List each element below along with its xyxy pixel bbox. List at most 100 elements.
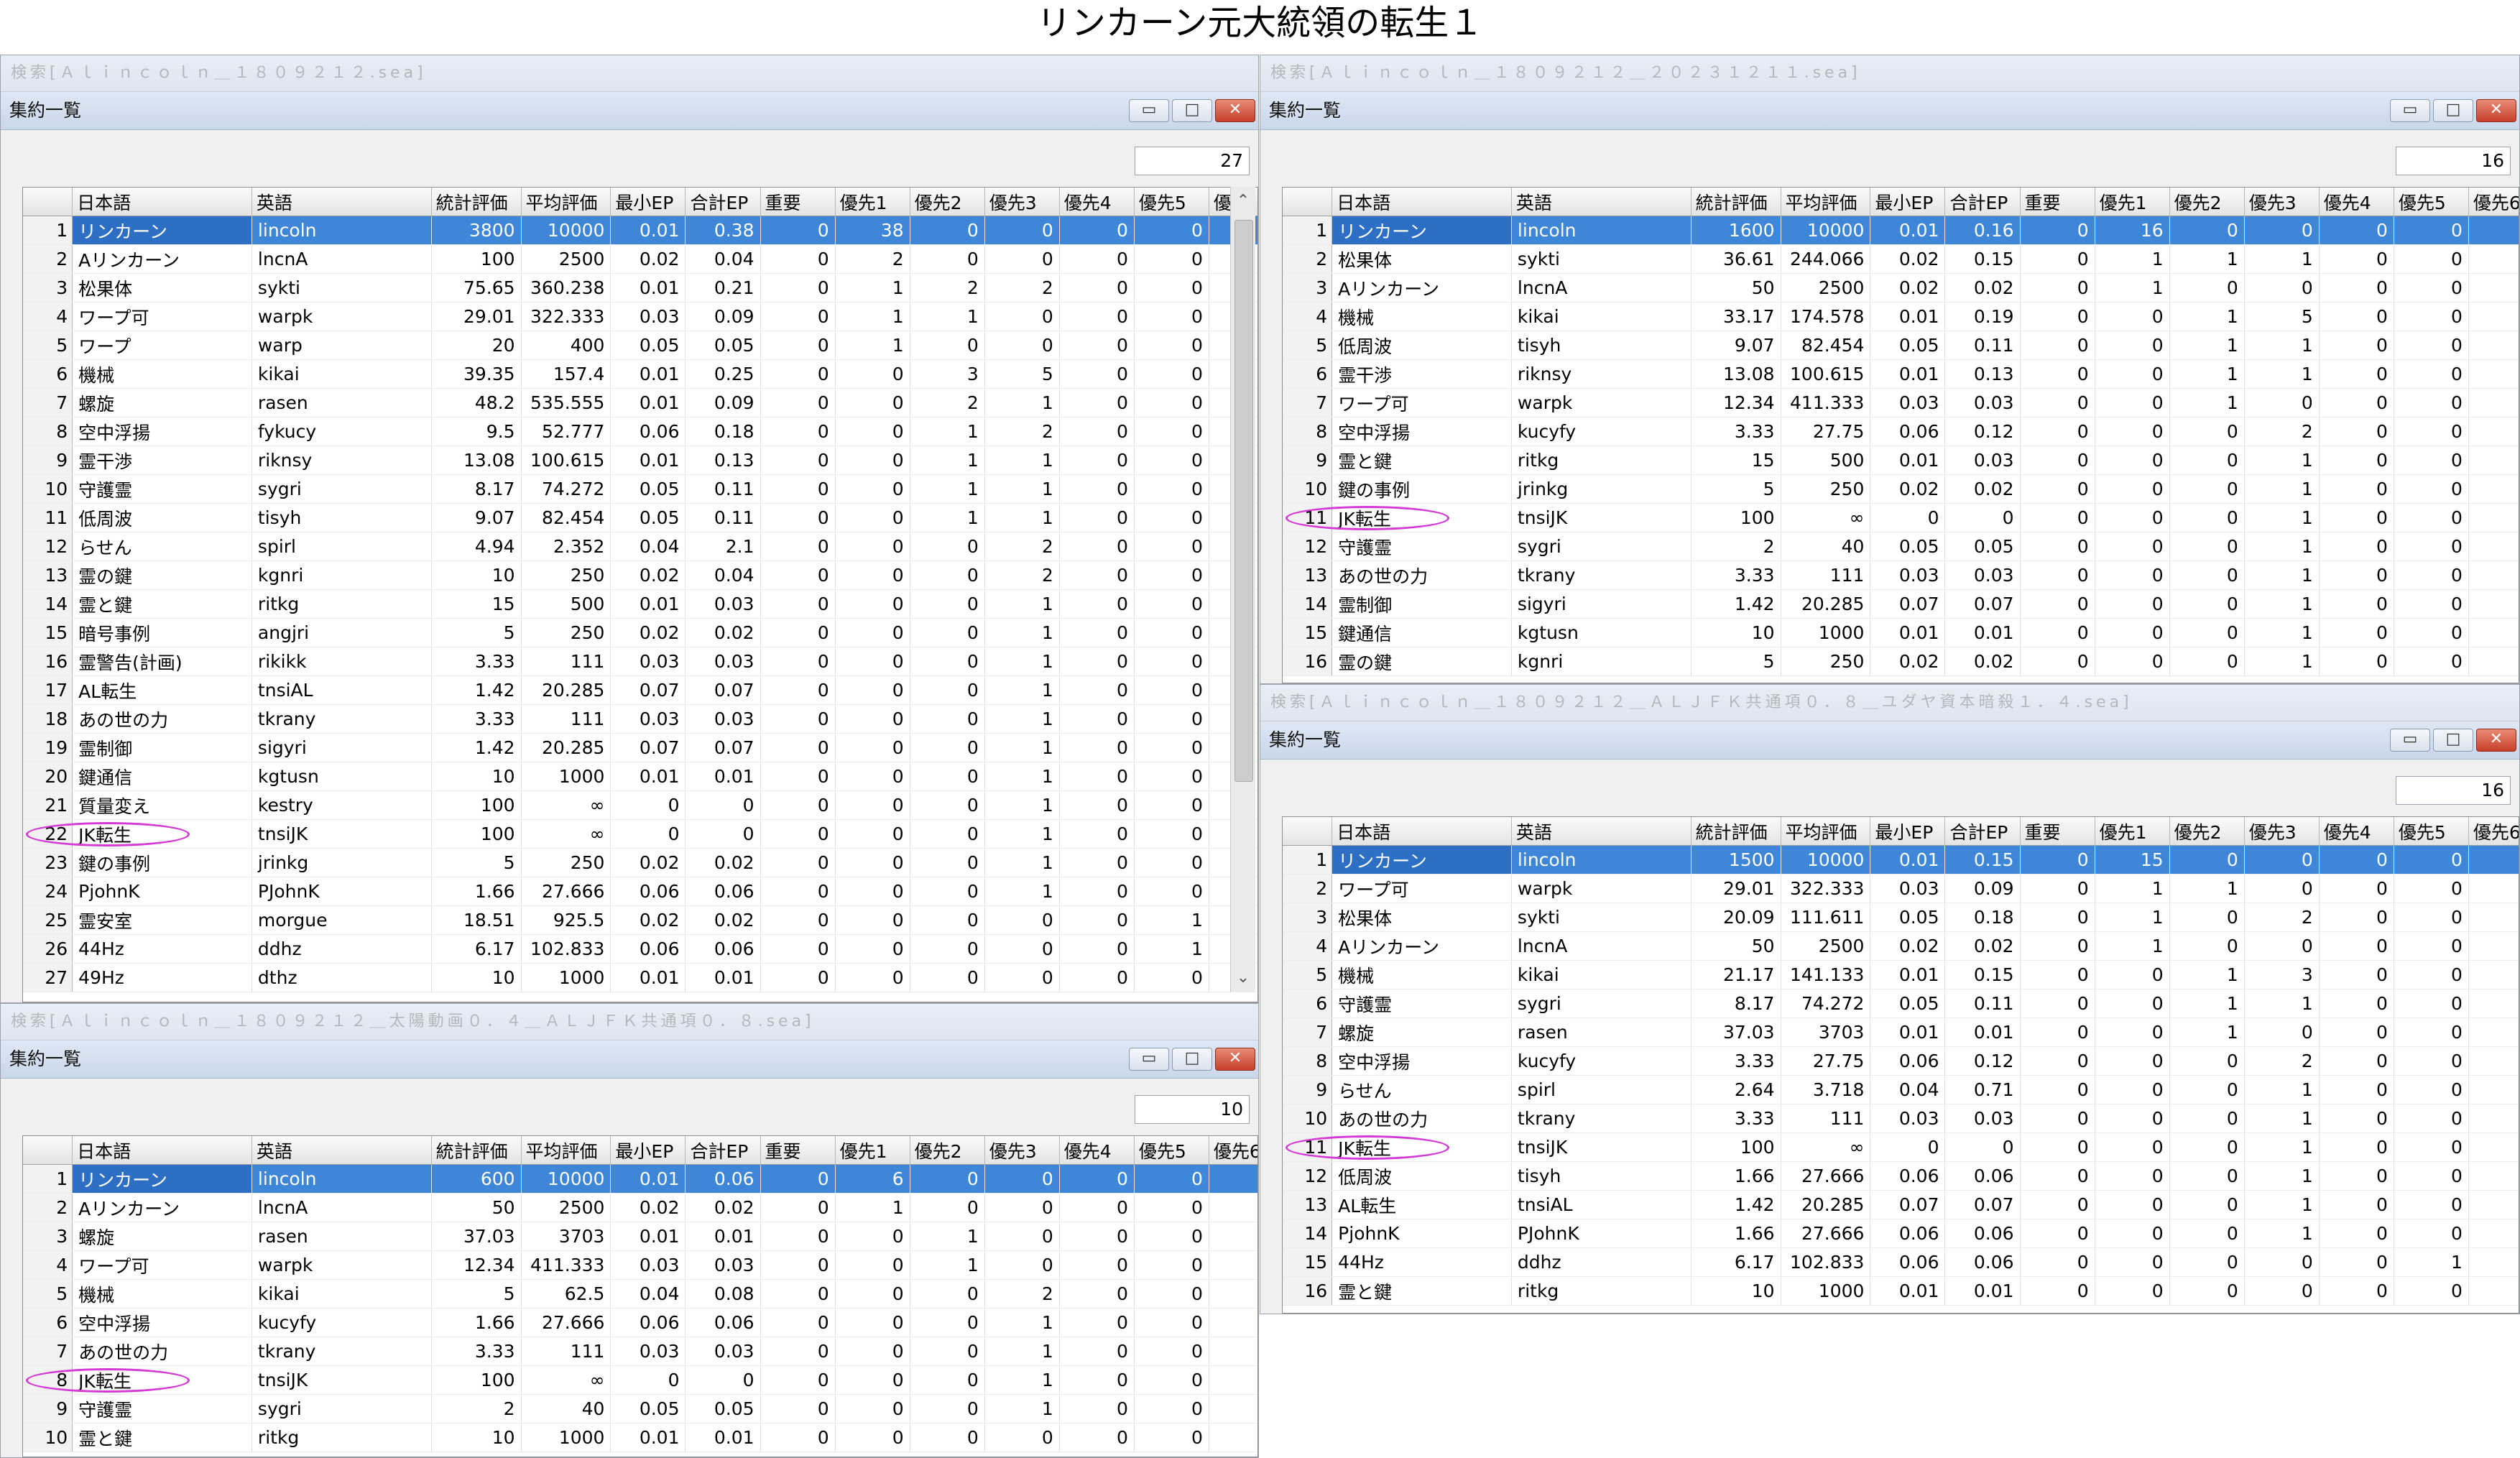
cell-value[interactable]: 1 xyxy=(2244,1190,2320,1219)
row-number[interactable]: 16 xyxy=(23,647,73,676)
cell-value[interactable]: 0 xyxy=(2394,244,2469,274)
cell-japanese[interactable]: 霊制御 xyxy=(1331,589,1512,619)
cell-value[interactable]: 0.03 xyxy=(1944,388,2021,417)
cell-value[interactable]: 0 xyxy=(610,790,686,820)
cell-value[interactable]: 0 xyxy=(2169,1247,2245,1277)
table-row[interactable]: 5機械kikai562.50.040.080002000 xyxy=(23,1279,1257,1309)
cell-value[interactable]: 0 xyxy=(2020,331,2095,360)
cell-english[interactable]: tnsiAL xyxy=(251,675,432,705)
cell-value[interactable]: 0 xyxy=(2319,1190,2394,1219)
cell-value[interactable]: 322.333 xyxy=(1781,874,1871,903)
cell-value[interactable]: 0 xyxy=(760,1394,836,1424)
cell-value[interactable]: 0 xyxy=(984,1193,1060,1222)
cell-value[interactable]: 0.07 xyxy=(1944,589,2021,619)
cell-english[interactable]: kikai xyxy=(1511,302,1691,331)
cell-value[interactable]: 0 xyxy=(1059,647,1135,676)
cell-value[interactable]: 0.02 xyxy=(1944,273,2021,303)
cell-value[interactable]: 1.66 xyxy=(1691,1161,1781,1191)
cell-value[interactable]: 0 xyxy=(2020,1104,2095,1133)
cell-value[interactable]: 0 xyxy=(835,532,910,561)
cell-value[interactable]: 535.555 xyxy=(521,388,611,417)
cell-value[interactable]: 0.03 xyxy=(685,1250,761,1280)
cell-value[interactable]: 0 xyxy=(1134,417,1209,446)
cell-value[interactable]: 0 xyxy=(2244,1018,2320,1047)
row-number[interactable]: 7 xyxy=(23,1337,73,1366)
cell-value[interactable]: 1 xyxy=(984,1394,1060,1424)
row-number[interactable]: 10 xyxy=(1283,474,1333,504)
cell-value[interactable]: 111 xyxy=(1781,1104,1871,1133)
row-number[interactable]: 4 xyxy=(1283,931,1333,961)
cell-japanese[interactable]: 松果体 xyxy=(1331,903,1512,932)
cell-value[interactable]: 27.666 xyxy=(1781,1219,1871,1248)
row-number[interactable]: 16 xyxy=(1283,647,1333,676)
cell-value[interactable]: 9.07 xyxy=(1691,331,1781,360)
col-priority-2[interactable]: 優先2 xyxy=(2169,188,2245,216)
cell-value[interactable]: 1 xyxy=(984,1337,1060,1366)
table-row[interactable]: 2松果体sykti36.61244.0660.020.150111000 xyxy=(1283,244,2519,274)
table-row[interactable]: 1リンカーンlincoln600100000.010.060600000 xyxy=(23,1164,1257,1194)
cell-japanese[interactable]: 螺旋 xyxy=(1331,1018,1512,1047)
minimize-icon[interactable]: ▭ xyxy=(2390,99,2430,122)
cell-value[interactable]: 0 xyxy=(760,905,836,935)
col-priority-5[interactable]: 優先5 xyxy=(2394,188,2469,216)
cell-japanese[interactable]: リンカーン xyxy=(1331,845,1512,875)
col-priority-3[interactable]: 優先3 xyxy=(2244,817,2320,846)
row-number[interactable]: 4 xyxy=(23,302,73,331)
cell-value[interactable]: 1 xyxy=(2095,244,2170,274)
cell-value[interactable]: 0 xyxy=(835,388,910,417)
cell-value[interactable]: 0 xyxy=(835,704,910,734)
cell-value[interactable]: 1 xyxy=(984,733,1060,762)
cell-value[interactable]: 0 xyxy=(2319,216,2394,245)
cell-value[interactable]: 0.15 xyxy=(1944,960,2021,989)
cell-value[interactable]: 0.01 xyxy=(1870,960,1946,989)
cell-value[interactable]: 0 xyxy=(2319,1161,2394,1191)
cell-value[interactable]: 0 xyxy=(1059,790,1135,820)
cell-value[interactable]: 0 xyxy=(910,1193,985,1222)
cell-value[interactable]: 0 xyxy=(685,1365,761,1395)
cell-english[interactable]: tnsiJK xyxy=(1511,1132,1691,1162)
cell-value[interactable]: 0 xyxy=(984,905,1060,935)
cell-value[interactable]: 250 xyxy=(521,560,611,590)
cell-value[interactable]: 100 xyxy=(431,1365,522,1395)
cell-value[interactable]: 0.02 xyxy=(1944,647,2021,676)
cell-japanese[interactable]: あの世の力 xyxy=(1331,560,1512,590)
cell-japanese[interactable]: 機械 xyxy=(72,359,252,389)
cell-value[interactable]: 0 xyxy=(2468,1219,2519,1248)
table-row[interactable]: 7螺旋rasen37.0337030.010.010010000 xyxy=(1283,1018,2519,1047)
cell-value[interactable]: 0 xyxy=(2020,1018,2095,1047)
cell-value[interactable]: 0 xyxy=(1134,877,1209,906)
cell-english[interactable]: rasen xyxy=(251,388,432,417)
cell-japanese[interactable]: らせん xyxy=(72,532,252,561)
cell-value[interactable]: 0 xyxy=(835,474,910,504)
row-number[interactable]: 10 xyxy=(1283,1104,1333,1133)
row-number[interactable]: 2 xyxy=(1283,244,1333,274)
cell-value[interactable]: 1 xyxy=(2468,446,2519,475)
col-min-ep[interactable]: 最小EP xyxy=(1870,817,1946,846)
cell-value[interactable]: 0.06 xyxy=(610,934,686,964)
cell-value[interactable]: 2 xyxy=(1691,532,1781,561)
maximize-icon[interactable]: □ xyxy=(1172,1048,1212,1071)
cell-value[interactable]: 1 xyxy=(2169,331,2245,360)
cell-value[interactable]: 0.01 xyxy=(610,1164,686,1194)
cell-value[interactable]: 1.42 xyxy=(1691,589,1781,619)
cell-value[interactable]: 0 xyxy=(835,848,910,877)
cell-value[interactable]: 2 xyxy=(984,532,1060,561)
cell-value[interactable]: 3 xyxy=(910,359,985,389)
table-row[interactable]: 10あの世の力tkrany3.331110.030.030001000 xyxy=(1283,1104,2519,1133)
cell-value[interactable]: 0.16 xyxy=(1944,216,2021,245)
cell-japanese[interactable]: Aリンカーン xyxy=(1331,273,1512,303)
col-priority-2[interactable]: 優先2 xyxy=(2169,817,2245,846)
cell-value[interactable]: 2.1 xyxy=(685,532,761,561)
cell-value[interactable]: 0 xyxy=(2020,960,2095,989)
row-number[interactable]: 24 xyxy=(23,877,73,906)
cell-value[interactable]: ∞ xyxy=(521,1365,611,1395)
table-row[interactable]: 9霊と鍵ritkg155000.010.030001001 xyxy=(1283,446,2519,475)
cell-value[interactable]: 0 xyxy=(760,675,836,705)
cell-value[interactable]: 75.65 xyxy=(431,273,522,303)
cell-value[interactable]: 0.01 xyxy=(1870,359,1946,389)
cell-value[interactable]: 0 xyxy=(910,532,985,561)
cell-value[interactable]: 0.06 xyxy=(685,877,761,906)
cell-value[interactable]: 3.33 xyxy=(431,1337,522,1366)
cell-value[interactable]: 0 xyxy=(910,589,985,619)
cell-value[interactable]: 0 xyxy=(2468,1104,2519,1133)
